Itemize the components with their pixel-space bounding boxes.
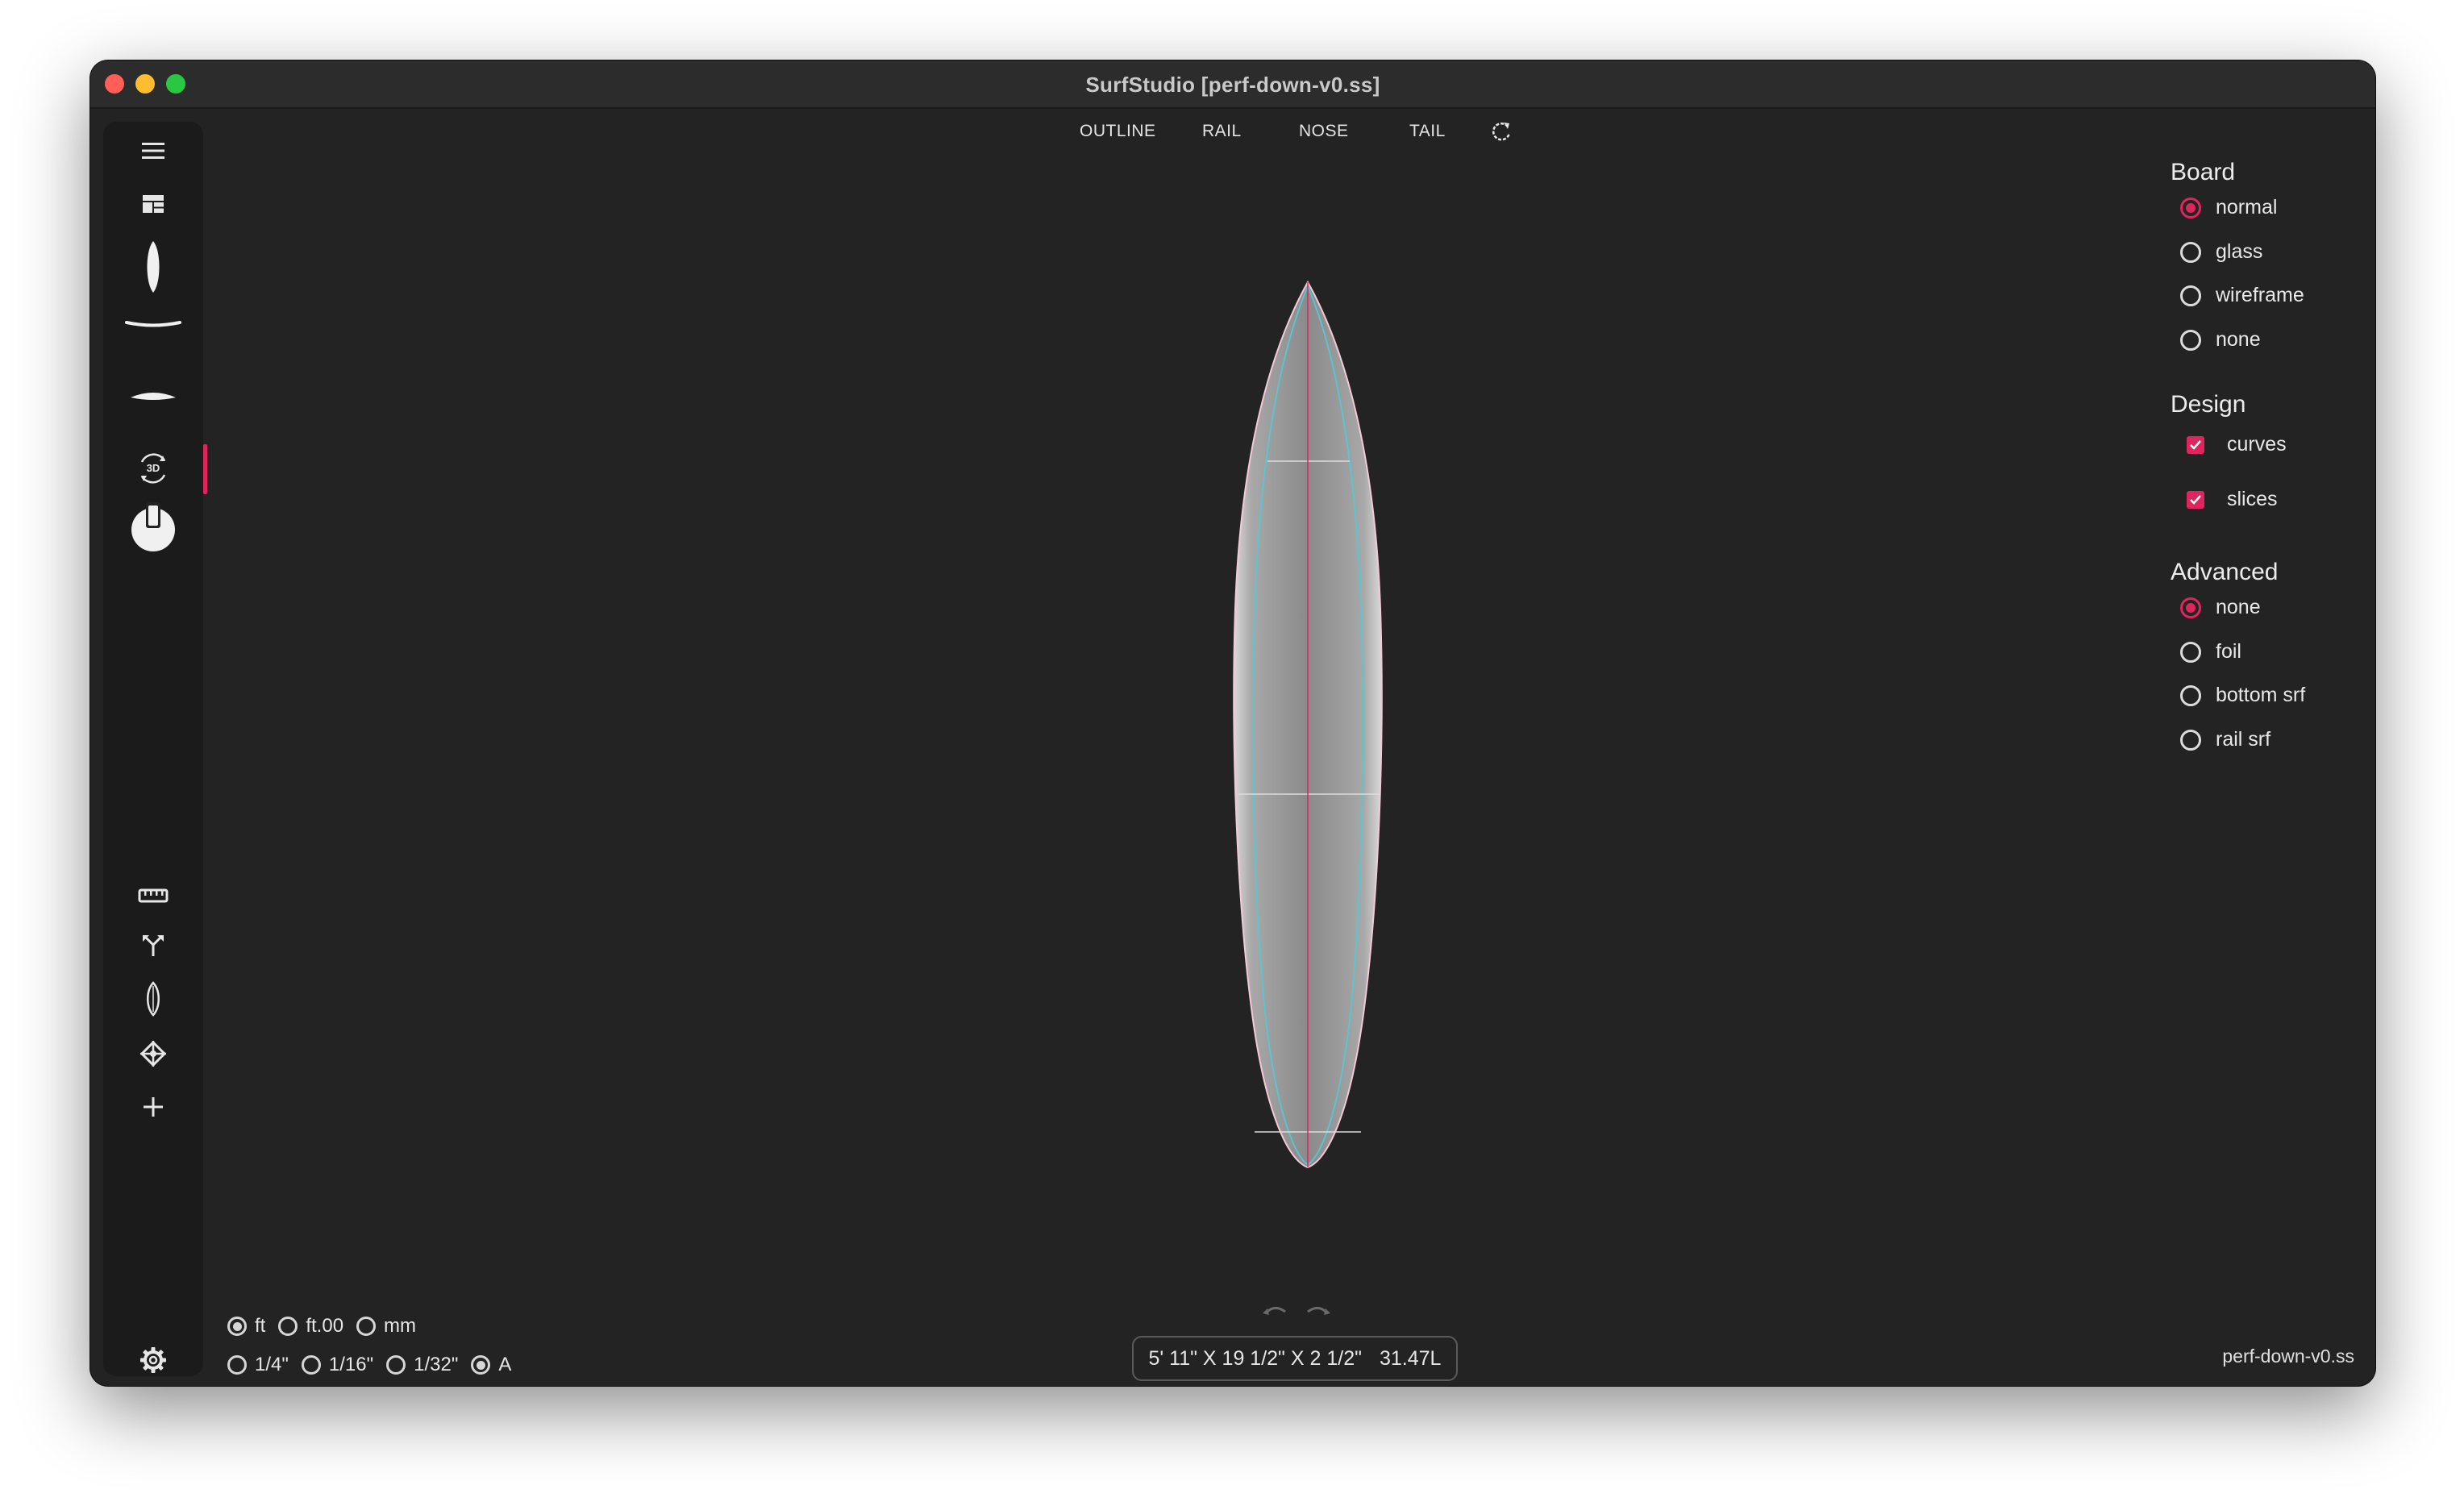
radio-bottom-srf[interactable] <box>2180 684 2201 706</box>
rotate-icon[interactable] <box>1490 120 1513 147</box>
radio-board-none[interactable] <box>2180 329 2201 351</box>
redo-icon[interactable] <box>1305 1302 1332 1321</box>
board-option-glass[interactable]: glass <box>2180 240 2262 264</box>
board-option-none[interactable]: none <box>2180 328 2261 352</box>
target-icon[interactable] <box>103 1036 203 1071</box>
title-bar: SurfStudio [perf-down-v0.ss] <box>90 60 2375 109</box>
ruler-icon[interactable] <box>103 878 203 913</box>
design-option-slices[interactable]: slices <box>2180 488 2278 511</box>
radio-normal[interactable] <box>2180 197 2201 218</box>
surfboard-model <box>1233 280 1383 1169</box>
toggle-icon[interactable] <box>103 499 203 554</box>
radio-glass[interactable] <box>2180 241 2201 263</box>
radio-sixteenth[interactable] <box>301 1355 321 1375</box>
advanced-option-bottom-srf[interactable]: bottom srf <box>2180 684 2305 707</box>
board-section-title: Board <box>2171 159 2236 185</box>
active-tool-indicator <box>203 444 207 494</box>
rocker-view-icon[interactable] <box>103 309 203 341</box>
left-toolbar: 3D <box>103 122 203 1376</box>
undo-icon[interactable] <box>1261 1302 1288 1321</box>
board-option-wireframe[interactable]: wireframe <box>2180 284 2304 307</box>
split-icon[interactable] <box>103 928 203 963</box>
tab-rail[interactable]: RAIL <box>1202 122 1242 141</box>
advanced-option-foil[interactable]: foil <box>2180 640 2241 664</box>
label-ft00: ft.00 <box>306 1315 344 1337</box>
radio-advanced-none[interactable] <box>2180 597 2201 618</box>
advanced-option-none[interactable]: none <box>2180 596 2261 619</box>
radio-mm[interactable] <box>356 1317 377 1336</box>
3d-label: 3D <box>147 462 160 474</box>
radio-rail-srf[interactable] <box>2180 729 2201 751</box>
radio-ft00[interactable] <box>278 1317 298 1336</box>
radio-auto[interactable] <box>471 1355 491 1375</box>
board-option-normal[interactable]: normal <box>2180 196 2277 219</box>
label-sixteenth: 1/16" <box>328 1354 374 1375</box>
gear-icon[interactable] <box>103 1342 203 1378</box>
design-section-title: Design <box>2171 391 2246 418</box>
app-window: SurfStudio [perf-down-v0.ss] 3D OUTLINE … <box>90 60 2375 1386</box>
board-viewport[interactable] <box>1138 206 1477 1278</box>
add-icon[interactable] <box>103 1089 203 1125</box>
label-thirtysecond: 1/32" <box>414 1354 459 1375</box>
label-auto: A <box>498 1354 512 1375</box>
checkbox-slices[interactable] <box>2187 490 2204 509</box>
volume-text: 31.47L <box>1379 1346 1442 1370</box>
slice-view-icon[interactable] <box>103 380 203 412</box>
3d-view-icon[interactable]: 3D <box>103 446 203 491</box>
checkbox-curves[interactable] <box>2187 435 2204 454</box>
design-option-curves[interactable]: curves <box>2180 433 2287 456</box>
radio-wireframe[interactable] <box>2180 285 2201 306</box>
tab-nose[interactable]: NOSE <box>1299 122 1349 141</box>
radio-ft[interactable] <box>227 1317 247 1336</box>
layout-icon[interactable] <box>103 186 203 222</box>
label-mm: mm <box>384 1315 417 1337</box>
undo-redo-group <box>1261 1302 1332 1321</box>
precision-units-group: 1/4" 1/16" 1/32" A <box>227 1354 524 1376</box>
advanced-section-title: Advanced <box>2171 559 2279 585</box>
tab-tail[interactable]: TAIL <box>1409 122 1446 141</box>
outline-view-icon[interactable] <box>103 235 203 299</box>
radio-foil[interactable] <box>2180 641 2201 663</box>
window-title: SurfStudio [perf-down-v0.ss] <box>1085 73 1380 97</box>
tab-outline[interactable]: OUTLINE <box>1080 122 1156 141</box>
length-units-group: ft ft.00 mm <box>227 1315 429 1338</box>
view-tabs: OUTLINE RAIL NOSE TAIL <box>90 115 2375 148</box>
radio-quarter[interactable] <box>227 1355 247 1375</box>
radio-thirtysecond[interactable] <box>386 1355 406 1375</box>
advanced-option-rail-srf[interactable]: rail srf <box>2180 728 2270 751</box>
board-dimensions-badge: 5' 11" X 19 1/2" X 2 1/2" 31.47L <box>1132 1336 1458 1381</box>
board-icon[interactable] <box>103 976 203 1021</box>
dimensions-text: 5' 11" X 19 1/2" X 2 1/2" <box>1148 1346 1362 1370</box>
label-quarter: 1/4" <box>255 1354 289 1375</box>
filename-label: perf-down-v0.ss <box>2222 1346 2354 1367</box>
label-ft: ft <box>255 1315 266 1337</box>
